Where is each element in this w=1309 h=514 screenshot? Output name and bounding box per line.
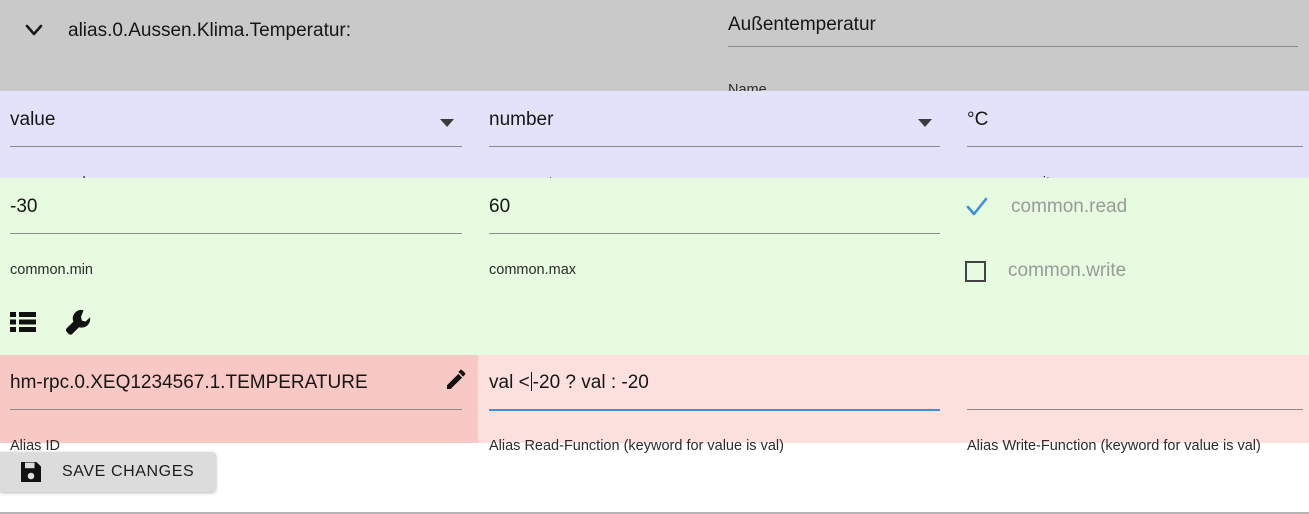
text-caret [530,372,532,391]
list-icon[interactable] [10,311,36,333]
common-properties-band: value common.role number common.type °C … [0,91,1309,191]
common-min-label: common.min [10,262,93,278]
chevron-down-icon[interactable] [18,14,50,46]
range-flags-band: -30 common.min 60 common.max common.read… [0,178,1309,355]
common-max-value[interactable]: 60 [489,196,510,218]
alias-band: hm-rpc.0.XEQ1234567.1.TEMPERATURE Alias … [0,355,1309,454]
common-min-underline [10,233,462,234]
alias-read-function-value[interactable]: val < -20 ? val : -20 [489,372,649,394]
name-field-underline [728,46,1298,47]
common-unit-underline [967,146,1303,147]
chevron-down-icon[interactable] [918,119,932,127]
common-type-underline [489,146,940,147]
alias-read-function-text-after-caret: -20 ? val : -20 [532,372,649,393]
alias-id-column-background [0,355,478,443]
common-write-checkbox-row[interactable]: common.write [965,260,1126,282]
pencil-icon[interactable] [444,368,468,392]
object-id-title: alias.0.Aussen.Klima.Temperatur: [68,20,352,41]
common-type-value[interactable]: number [489,109,553,131]
common-max-underline [489,233,940,234]
common-write-label: common.write [1008,260,1127,281]
alias-read-function-underline [489,409,940,411]
chevron-down-icon[interactable] [440,119,454,127]
alias-write-function-underline [967,409,1303,410]
save-changes-label: SAVE CHANGES [62,463,195,480]
alias-read-function-text-before-caret: val < [489,372,530,393]
alias-read-function-label: Alias Read-Function (keyword for value i… [489,438,784,454]
name-field-value[interactable]: Außentemperatur [728,14,876,36]
common-unit-value[interactable]: °C [967,109,988,131]
common-role-underline [10,146,462,147]
common-read-checkbox-row[interactable]: common.read [965,196,1127,218]
common-max-label: common.max [489,262,577,278]
header-band: alias.0.Aussen.Klima.Temperatur: Außente… [0,0,1309,98]
common-min-value[interactable]: -30 [10,196,37,218]
object-settings-panel: alias.0.Aussen.Klima.Temperatur: Außente… [0,0,1309,514]
tool-icon-row [10,308,92,336]
save-changes-button[interactable]: SAVE CHANGES [0,452,217,492]
alias-write-function-label: Alias Write-Function (keyword for value … [967,438,1261,454]
wrench-icon[interactable] [64,308,92,336]
common-role-value[interactable]: value [10,109,55,131]
save-floppy-icon [20,461,42,483]
check-icon[interactable] [965,197,989,218]
common-read-label: common.read [1011,196,1128,217]
checkbox-empty-icon[interactable] [965,260,986,282]
alias-id-value[interactable]: hm-rpc.0.XEQ1234567.1.TEMPERATURE [10,372,368,394]
alias-id-underline [10,409,462,410]
